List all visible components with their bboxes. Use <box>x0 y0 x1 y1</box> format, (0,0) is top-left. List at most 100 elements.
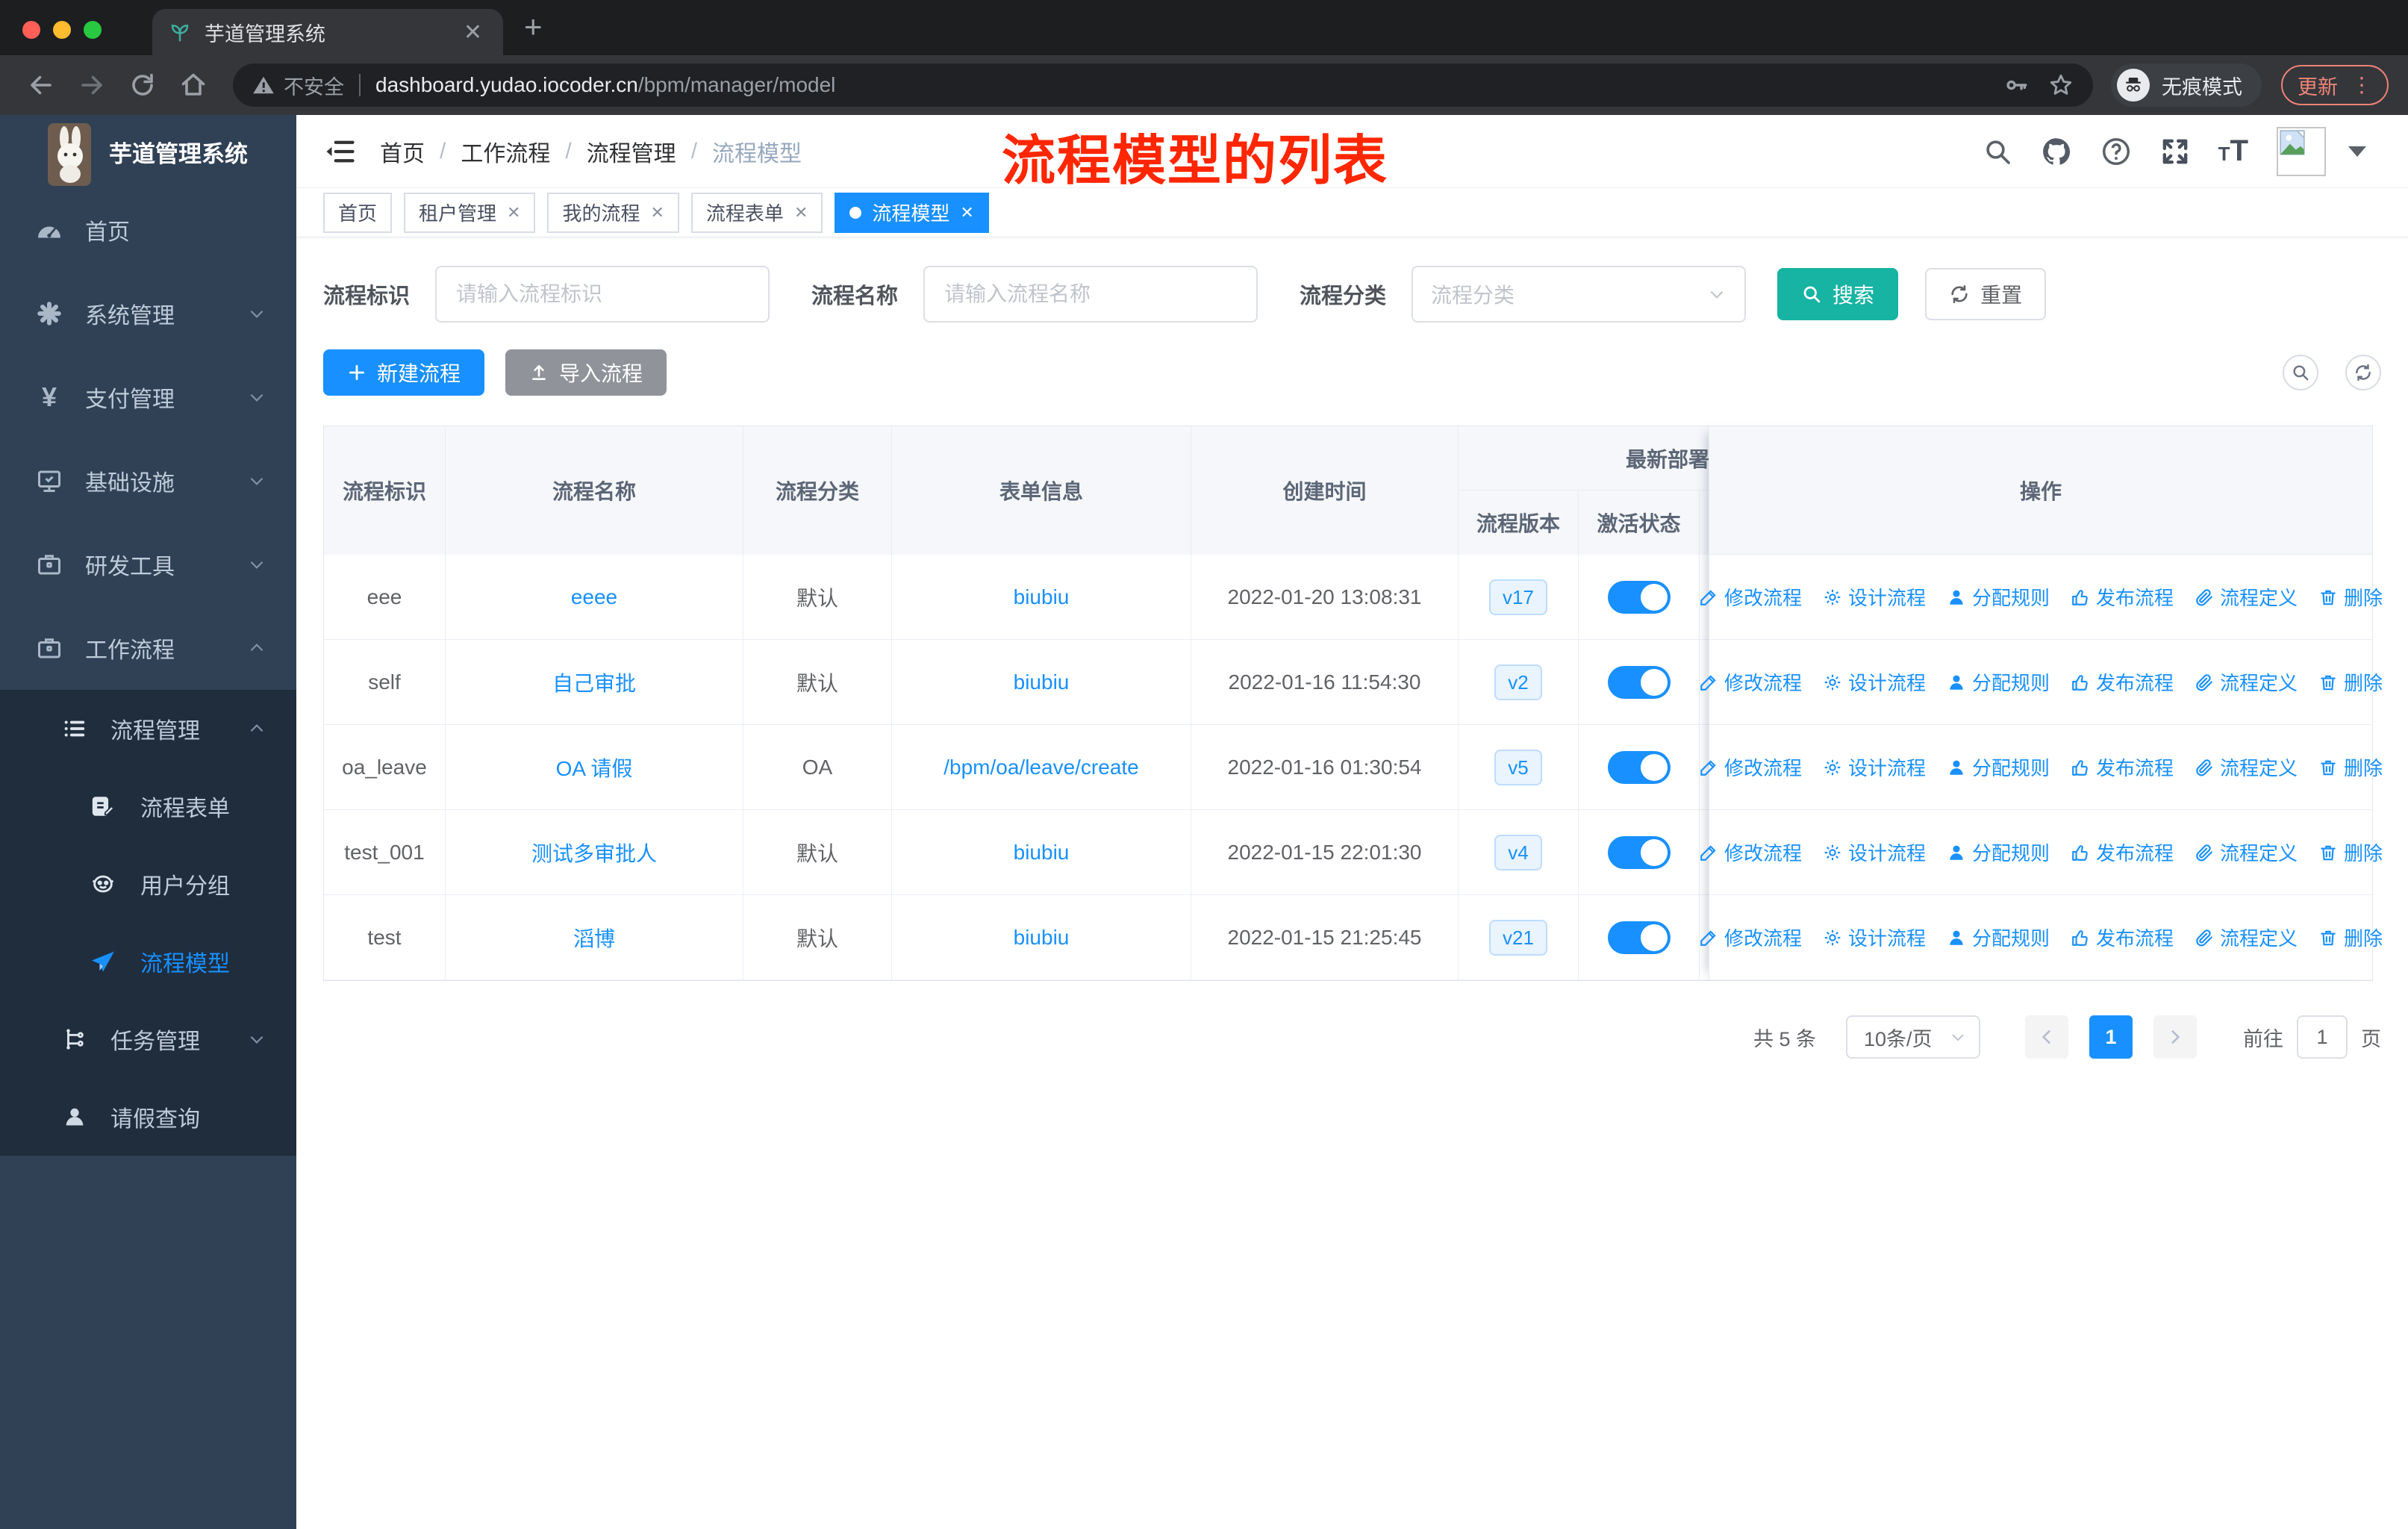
new-tab-button[interactable]: + <box>524 9 543 45</box>
minimize-window-button[interactable] <box>53 21 71 39</box>
action-assign-rule[interactable]: 分配规则 <box>1947 838 2050 866</box>
process-name-input[interactable] <box>923 266 1258 323</box>
action-design-process[interactable]: 设计流程 <box>1823 668 1926 696</box>
sidebar-item-infra[interactable]: 基础设施 <box>0 439 296 523</box>
tag-home[interactable]: 首页 <box>323 192 393 233</box>
sidebar-item-workflow[interactable]: 工作流程 <box>0 606 296 690</box>
tag-my-process[interactable]: 我的流程 ✕ <box>547 192 679 233</box>
action-process-definition[interactable]: 流程定义 <box>2195 668 2298 696</box>
active-toggle[interactable] <box>1607 835 1671 869</box>
action-publish-process[interactable]: 发布流程 <box>2071 668 2174 696</box>
action-delete[interactable]: 删除 <box>2318 753 2383 781</box>
tag-tenant[interactable]: 租户管理 ✕ <box>404 192 536 233</box>
tag-close-icon[interactable]: ✕ <box>960 203 973 222</box>
breadcrumb-home[interactable]: 首页 <box>380 135 425 168</box>
sidebar-item-devtools[interactable]: 研发工具 <box>0 523 296 606</box>
tag-close-icon[interactable]: ✕ <box>650 203 664 222</box>
prev-page-button[interactable] <box>2025 1015 2068 1059</box>
browser-update-button[interactable]: 更新 ⋮ <box>2281 65 2389 105</box>
action-publish-process[interactable]: 发布流程 <box>2071 583 2174 611</box>
active-toggle[interactable] <box>1607 750 1671 784</box>
action-process-definition[interactable]: 流程定义 <box>2195 838 2298 866</box>
tag-close-icon[interactable]: ✕ <box>507 203 520 222</box>
cell-process-name-link[interactable]: 自己审批 <box>552 667 636 697</box>
font-size-icon[interactable]: TT <box>2218 134 2248 168</box>
browser-tab[interactable]: 芋道管理系统 ✕ <box>152 9 503 55</box>
action-edit-process[interactable]: 修改流程 <box>1699 924 1802 951</box>
active-toggle[interactable] <box>1607 580 1671 614</box>
cell-form-link[interactable]: biubiu <box>1014 585 1070 609</box>
cell-process-name-link[interactable]: eeee <box>571 585 617 609</box>
action-delete[interactable]: 删除 <box>2318 668 2383 696</box>
reset-button[interactable]: 重置 <box>1925 268 2047 320</box>
cell-form-link[interactable]: biubiu <box>1014 926 1070 950</box>
password-key-icon[interactable] <box>2003 72 2029 98</box>
action-assign-rule[interactable]: 分配规则 <box>1947 668 2050 696</box>
action-delete[interactable]: 删除 <box>2318 838 2383 866</box>
action-edit-process[interactable]: 修改流程 <box>1699 583 1802 611</box>
process-category-select[interactable]: 流程分类 <box>1412 266 1747 323</box>
breadcrumb-workflow[interactable]: 工作流程 <box>461 135 550 168</box>
action-publish-process[interactable]: 发布流程 <box>2071 924 2174 951</box>
bookmark-star-icon[interactable] <box>2048 72 2074 98</box>
cell-form-link[interactable]: /bpm/oa/leave/create <box>943 756 1139 779</box>
active-toggle[interactable] <box>1607 921 1671 954</box>
action-assign-rule[interactable]: 分配规则 <box>1947 583 2050 611</box>
action-assign-rule[interactable]: 分配规则 <box>1947 924 2050 951</box>
tag-close-icon[interactable]: ✕ <box>794 203 808 222</box>
action-design-process[interactable]: 设计流程 <box>1823 753 1926 781</box>
security-warning[interactable]: 不安全 <box>252 71 344 100</box>
create-process-button[interactable]: 新建流程 <box>323 349 485 396</box>
maximize-window-button[interactable] <box>84 21 102 39</box>
tag-process-model[interactable]: 流程模型 ✕ <box>835 192 989 233</box>
import-process-button[interactable]: 导入流程 <box>505 349 667 396</box>
action-publish-process[interactable]: 发布流程 <box>2071 838 2174 866</box>
reload-icon[interactable] <box>121 63 164 107</box>
close-window-button[interactable] <box>22 21 40 39</box>
sidebar-item-payment[interactable]: ¥ 支付管理 <box>0 355 296 439</box>
action-edit-process[interactable]: 修改流程 <box>1699 753 1802 781</box>
cell-process-name-link[interactable]: 滔博 <box>573 923 615 953</box>
avatar-caret-icon[interactable] <box>2348 146 2366 157</box>
home-icon[interactable] <box>172 63 215 107</box>
help-icon[interactable] <box>2100 136 2132 167</box>
sidebar-item-process-form[interactable]: 流程表单 <box>0 767 296 845</box>
action-design-process[interactable]: 设计流程 <box>1823 838 1926 866</box>
active-toggle[interactable] <box>1607 665 1671 699</box>
action-delete[interactable]: 删除 <box>2318 583 2383 611</box>
address-bar[interactable]: 不安全 dashboard.yudao.iocoder.cn/bpm/manag… <box>233 63 2093 107</box>
forward-icon[interactable] <box>70 63 113 107</box>
breadcrumb-process-mgmt[interactable]: 流程管理 <box>587 135 676 168</box>
cell-form-link[interactable]: biubiu <box>1014 670 1070 694</box>
action-process-definition[interactable]: 流程定义 <box>2195 583 2298 611</box>
window-controls[interactable] <box>0 21 122 55</box>
sidebar-item-user-group[interactable]: 用户分组 <box>0 845 296 923</box>
action-publish-process[interactable]: 发布流程 <box>2071 753 2174 781</box>
process-key-input[interactable] <box>435 266 770 323</box>
page-number-button[interactable]: 1 <box>2089 1015 2133 1059</box>
refresh-table-button[interactable] <box>2345 355 2381 390</box>
browser-menu-icon[interactable]: ⋮ <box>2351 75 2372 96</box>
action-design-process[interactable]: 设计流程 <box>1823 583 1926 611</box>
toggle-search-button[interactable] <box>2283 355 2318 390</box>
action-edit-process[interactable]: 修改流程 <box>1699 668 1802 696</box>
sidebar-item-process-model[interactable]: 流程模型 <box>0 923 296 1000</box>
back-icon[interactable] <box>19 63 63 107</box>
sidebar-item-leave-query[interactable]: 请假查询 <box>0 1078 296 1156</box>
search-icon[interactable] <box>1983 137 2012 166</box>
cell-form-link[interactable]: biubiu <box>1014 841 1070 865</box>
action-delete[interactable]: 删除 <box>2318 924 2383 951</box>
sidebar-item-process-mgmt[interactable]: 流程管理 <box>0 690 296 767</box>
sidebar-item-system[interactable]: 系统管理 <box>0 272 296 355</box>
action-edit-process[interactable]: 修改流程 <box>1699 838 1802 866</box>
action-process-definition[interactable]: 流程定义 <box>2195 924 2298 951</box>
action-process-definition[interactable]: 流程定义 <box>2195 753 2298 781</box>
next-page-button[interactable] <box>2153 1015 2197 1059</box>
cell-process-name-link[interactable]: 测试多审批人 <box>531 838 657 868</box>
sidebar-collapse-icon[interactable] <box>319 131 361 172</box>
fullscreen-icon[interactable] <box>2160 137 2190 166</box>
sidebar-item-task-mgmt[interactable]: 任务管理 <box>0 1000 296 1078</box>
tag-process-form[interactable]: 流程表单 ✕ <box>690 192 823 233</box>
cell-process-name-link[interactable]: OA 请假 <box>556 753 633 782</box>
tab-close-icon[interactable]: ✕ <box>459 19 487 46</box>
